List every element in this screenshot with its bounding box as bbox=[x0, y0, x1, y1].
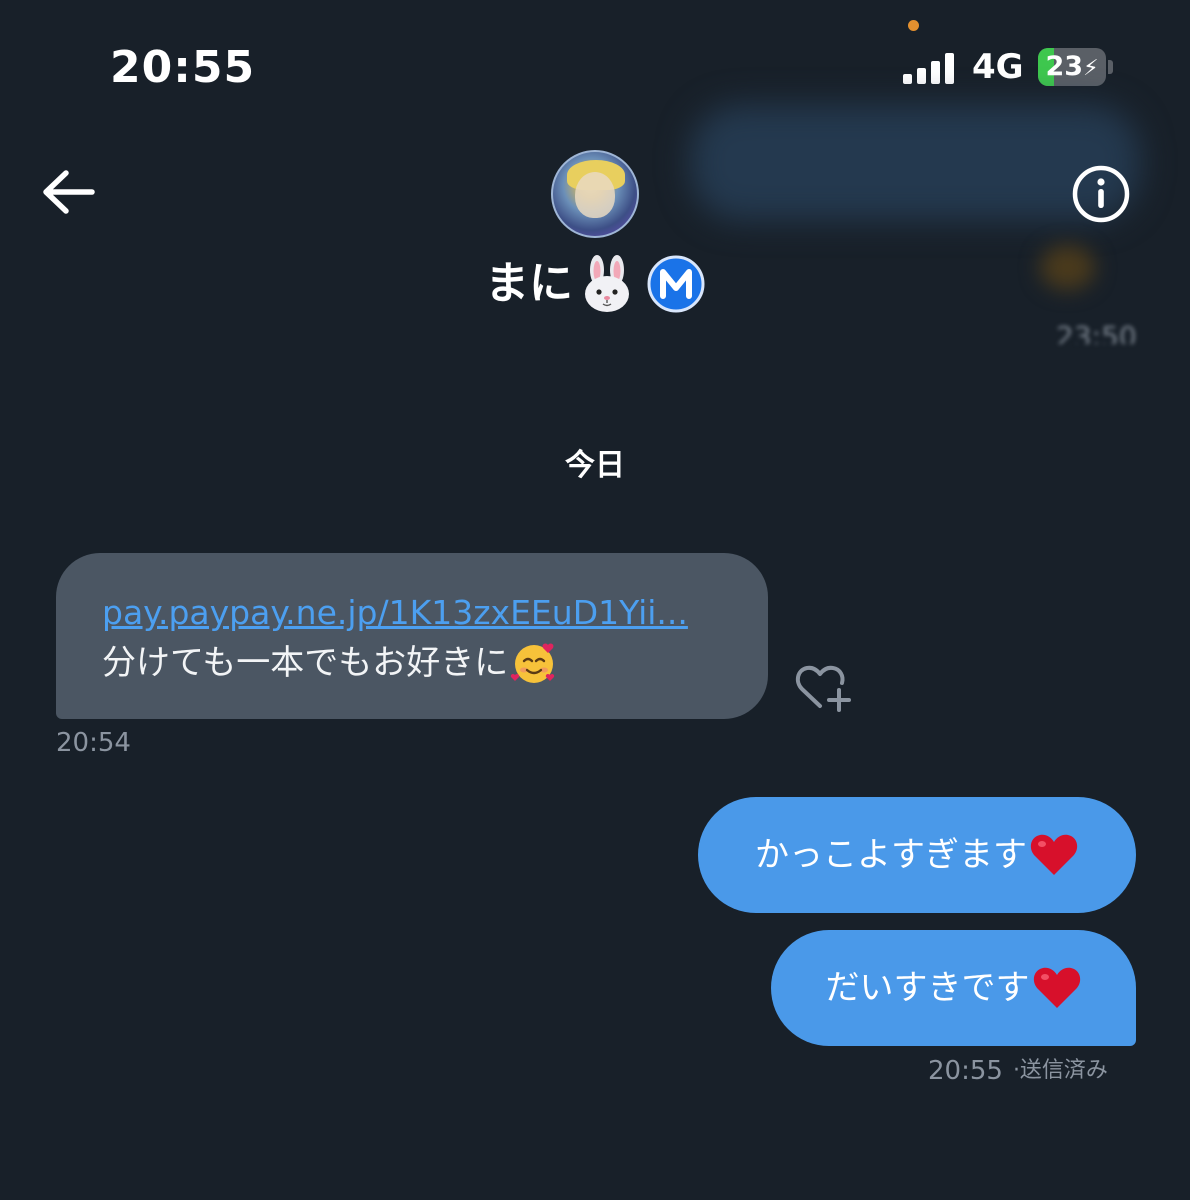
red-heart-icon bbox=[1030, 834, 1078, 875]
incoming-message-time: 20:54 bbox=[56, 728, 131, 758]
avatar-face bbox=[575, 172, 615, 218]
charging-bolt-icon: ⚡︎ bbox=[1083, 56, 1099, 81]
blurred-notification-time: 23:50 bbox=[1056, 322, 1137, 344]
incoming-message-text: 分けても一本でもお好きに bbox=[102, 643, 509, 683]
outgoing-message-time: 20:55 bbox=[928, 1056, 1003, 1086]
date-divider: 今日 bbox=[565, 448, 625, 483]
rabbit-face-icon bbox=[585, 255, 629, 312]
network-type: 4G bbox=[972, 47, 1024, 87]
outgoing-message-meta: 20:55 ·送信済み bbox=[928, 1054, 1108, 1088]
cellular-signal-icon bbox=[903, 50, 959, 84]
battery-level-text: 23⚡︎ bbox=[1045, 51, 1099, 82]
contact-name: まに bbox=[485, 258, 573, 309]
heart-plus-icon bbox=[795, 665, 851, 712]
privacy-indicator-dot bbox=[908, 20, 919, 31]
incoming-message-line: 分けても一本でもお好きに bbox=[102, 637, 768, 689]
battery-icon: 23⚡︎ bbox=[1038, 48, 1106, 86]
red-heart-icon bbox=[1033, 967, 1080, 1008]
arrow-left-icon bbox=[43, 170, 95, 214]
outgoing-message-text: かっこよすぎます bbox=[755, 835, 1027, 875]
sent-status: ·送信済み bbox=[1012, 1058, 1108, 1083]
battery-nub bbox=[1108, 60, 1113, 74]
status-time: 20:55 bbox=[110, 42, 256, 93]
info-button[interactable] bbox=[1070, 163, 1132, 225]
info-circle-icon bbox=[1072, 165, 1130, 223]
outgoing-message-text: だいすきです bbox=[825, 968, 1030, 1008]
contact-name-row[interactable]: まに bbox=[0, 252, 1190, 316]
smiling-face-with-hearts-icon bbox=[511, 643, 555, 683]
avatar[interactable] bbox=[551, 150, 639, 238]
message-link[interactable]: pay.paypay.ne.jp/1K13zxEEuD1Yii... bbox=[102, 589, 768, 637]
add-reaction-button[interactable] bbox=[794, 660, 856, 714]
incoming-message-bubble[interactable]: pay.paypay.ne.jp/1K13zxEEuD1Yii... 分けても一… bbox=[56, 553, 768, 719]
outgoing-message-bubble[interactable]: かっこよすぎます bbox=[698, 797, 1136, 913]
circled-m-icon bbox=[647, 255, 705, 313]
back-button[interactable] bbox=[38, 166, 98, 218]
outgoing-message-bubble[interactable]: だいすきです bbox=[771, 930, 1136, 1046]
